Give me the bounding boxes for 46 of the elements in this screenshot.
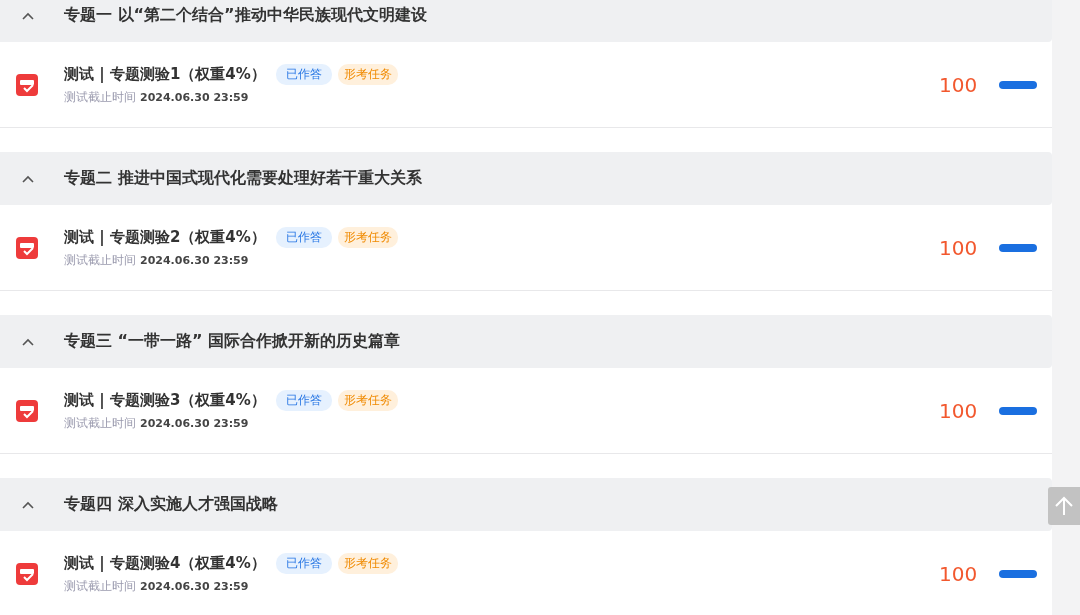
section-title: 专题三 “一带一路” 国际合作掀开新的历史篇章 xyxy=(64,331,401,352)
deadline-label: 测试截止时间 xyxy=(64,577,136,595)
status-pill xyxy=(999,406,1037,415)
status-pill xyxy=(999,569,1037,578)
deadline-label: 测试截止时间 xyxy=(64,251,136,269)
section-header[interactable]: 专题四 深入实施人才强国战略 xyxy=(0,478,1052,531)
section-title: 专题二 推进中国式现代化需要处理好若干重大关系 xyxy=(64,168,422,189)
up-arrow-icon xyxy=(1053,495,1075,517)
type-tag: 形考任务 xyxy=(337,63,398,85)
deadline-label: 测试截止时间 xyxy=(64,88,136,106)
status-tag: 已作答 xyxy=(275,63,332,85)
deadline-value: 2024.06.30 23:59 xyxy=(140,416,249,430)
deadline-value: 2024.06.30 23:59 xyxy=(140,253,249,267)
type-tag: 形考任务 xyxy=(337,552,398,574)
status-tag: 已作答 xyxy=(275,552,332,574)
score-check-icon xyxy=(16,236,38,259)
status-tag: 已作答 xyxy=(275,226,332,248)
task-row[interactable]: 测试 | 专题测验2（权重4%） 已作答 形考任务 测试截止时间 2024.06.30 23:59 100 xyxy=(0,205,1052,291)
task-title: 测试 | 专题测验2（权重4%） xyxy=(64,227,266,247)
task-title: 测试 | 专题测验1（权重4%） xyxy=(64,64,266,84)
section-header[interactable]: 专题一 以“第二个结合”推动中华民族现代文明建设 xyxy=(0,0,1052,42)
task-title: 测试 | 专题测验4（权重4%） xyxy=(64,553,266,573)
section-header[interactable]: 专题三 “一带一路” 国际合作掀开新的历史篇章 xyxy=(0,315,1052,368)
score: 100 xyxy=(939,72,979,97)
status-pill xyxy=(999,243,1037,252)
score-check-icon xyxy=(16,73,38,96)
section-title: 专题四 深入实施人才强国战略 xyxy=(64,494,278,515)
section-title: 专题一 以“第二个结合”推动中华民族现代文明建设 xyxy=(64,5,427,26)
score: 100 xyxy=(939,561,979,586)
type-tag: 形考任务 xyxy=(337,389,398,411)
back-to-top-button[interactable] xyxy=(1048,487,1080,525)
status-pill xyxy=(999,80,1037,89)
type-tag: 形考任务 xyxy=(337,226,398,248)
score: 100 xyxy=(939,235,979,260)
task-row[interactable]: 测试 | 专题测验1（权重4%） 已作答 形考任务 测试截止时间 2024.06.30 23:59 100 xyxy=(0,42,1052,128)
section-header[interactable]: 专题二 推进中国式现代化需要处理好若干重大关系 xyxy=(0,152,1052,205)
task-row[interactable]: 测试 | 专题测验3（权重4%） 已作答 形考任务 测试截止时间 2024.06.30 23:59 100 xyxy=(0,368,1052,454)
task-row[interactable]: 测试 | 专题测验4（权重4%） 已作答 形考任务 测试截止时间 2024.06.30 23:59 100 xyxy=(0,531,1052,615)
score: 100 xyxy=(939,398,979,423)
score-check-icon xyxy=(16,562,38,585)
score-check-icon xyxy=(16,399,38,422)
deadline-value: 2024.06.30 23:59 xyxy=(140,579,249,593)
status-tag: 已作答 xyxy=(275,389,332,411)
deadline-value: 2024.06.30 23:59 xyxy=(140,90,249,104)
deadline-label: 测试截止时间 xyxy=(64,414,136,432)
task-title: 测试 | 专题测验3（权重4%） xyxy=(64,390,266,410)
